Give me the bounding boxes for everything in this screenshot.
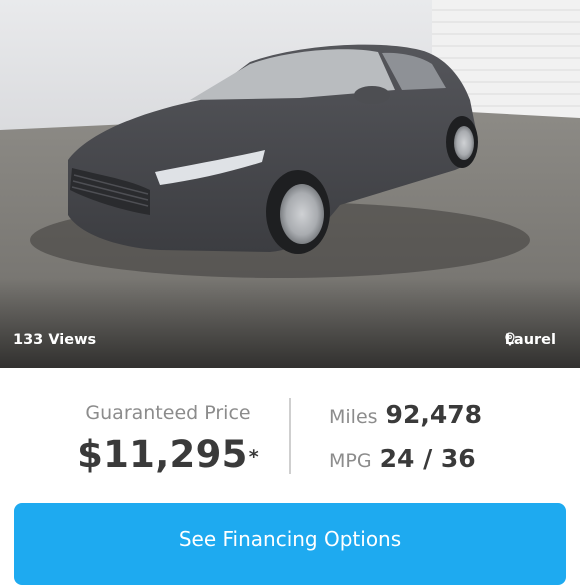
price-footnote-mark: * [248, 446, 259, 468]
mpg-value: 24 / 36 [379, 444, 476, 473]
map-pin-icon [505, 332, 515, 346]
vehicle-photo[interactable]: 133 Views Laurel [0, 0, 580, 368]
see-financing-options-button[interactable]: See Financing Options [14, 503, 566, 585]
miles-label: Miles [329, 406, 378, 428]
vehicle-stats: Miles 92,478 MPG 24 / 36 [329, 400, 482, 488]
miles-value: 92,478 [385, 400, 483, 429]
location-badge: Laurel [505, 332, 556, 348]
view-count: 133 Views [13, 332, 97, 348]
divider [289, 398, 291, 474]
mpg-label: MPG [329, 450, 372, 472]
price-amount: $11,295 [77, 433, 248, 476]
miles-row: Miles 92,478 [329, 400, 482, 436]
price-value: $11,295* [60, 432, 276, 478]
price-label: Guaranteed Price [85, 402, 251, 424]
price-block: Guaranteed Price $11,295* [60, 400, 276, 478]
car-image [0, 0, 580, 368]
mpg-row: MPG 24 / 36 [329, 444, 482, 480]
